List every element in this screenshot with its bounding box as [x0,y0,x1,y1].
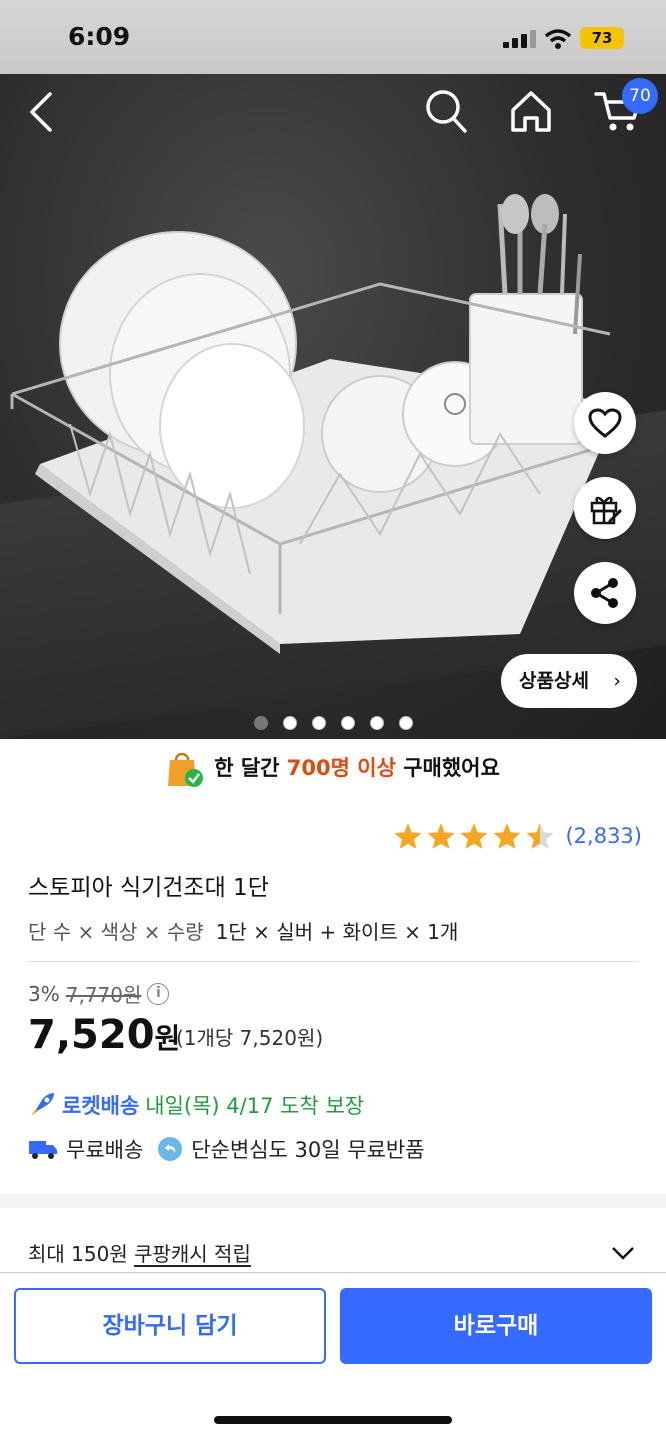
cashback-prefix: 최대 150원 [28,1242,128,1266]
home-indicator[interactable] [214,1416,452,1424]
truck-icon [29,1141,57,1159]
shopping-bag-check-icon [168,752,204,787]
carousel-indicator [254,716,413,730]
final-price-number: 7,520 [28,1012,155,1058]
rocket-delivery-row: 로켓배송 내일(목) 4/17 도착 보장 [28,1090,364,1120]
options-value: 1단 × 실버 + 화이트 × 1개 [215,920,459,944]
rocket-icon [31,1093,54,1116]
banner-suffix: 구매했어요 [403,756,500,780]
final-price: 7,520원 [28,1012,180,1058]
free-shipping-label: 무료배송 [66,1138,144,1162]
search-icon[interactable] [424,88,468,134]
product-image-carousel[interactable]: 70 상품상세 › [0,74,666,739]
original-price: 7,770원 [65,983,142,1007]
wifi-icon [544,29,572,49]
carousel-dot[interactable] [254,716,268,730]
star-icon [395,823,422,849]
cashback-row[interactable]: 최대 150원 쿠팡캐시 적립 [28,1238,251,1267]
banner-highlight: 700명 이상 [286,756,396,780]
gift-icon [590,496,622,525]
chevron-down-icon[interactable] [608,1238,638,1268]
discount-row: 3% 7,770원 i [28,979,170,1008]
star-rating [393,822,555,850]
star-icon [428,823,455,849]
selected-options[interactable]: 단 수 × 색상 × 수량 1단 × 실버 + 화이트 × 1개 [28,916,458,945]
cart-count-badge: 70 [622,78,658,114]
product-detail-button[interactable]: 상품상세 › [501,654,637,708]
carousel-dot[interactable] [399,716,413,730]
heart-icon [588,408,622,438]
wishlist-button[interactable] [574,392,636,454]
carousel-dot[interactable] [370,716,384,730]
return-icon [158,1137,183,1161]
buy-now-button[interactable]: 바로구매 [340,1288,652,1364]
info-icon[interactable]: i [147,982,170,1005]
star-icon [461,823,488,849]
section-separator [0,1194,666,1208]
product-title: 스토피아 식기건조대 1단 [28,875,269,901]
home-icon[interactable] [508,88,554,134]
unit-price: (1개당 7,520원) [176,1026,324,1050]
add-to-cart-button[interactable]: 장바구니 담기 [14,1288,326,1364]
delivery-eta: 내일(목) 4/17 도착 보장 [145,1094,365,1118]
carousel-dot[interactable] [283,716,297,730]
divider [0,1272,666,1273]
free-return-label: 단순변심도 30일 무료반품 [191,1138,425,1162]
options-label: 단 수 × 색상 × 수량 [28,920,204,944]
divider [28,961,638,962]
status-bar: 6:09 73 [0,0,666,74]
rocket-delivery-label: 로켓배송 [62,1094,140,1118]
battery-indicator: 73 [580,27,624,49]
product-detail-label: 상품상세 [519,670,589,692]
star-icon [494,823,521,849]
carousel-dot[interactable] [341,716,355,730]
purchase-count-banner: 한 달간 700명 이상 구매했어요 [0,748,666,792]
review-count-link[interactable]: (2,833) [565,824,642,848]
dish-rack-product-image [10,194,620,654]
carousel-dot[interactable] [312,716,326,730]
cellular-signal-icon [503,30,536,48]
banner-prefix: 한 달간 [214,756,280,780]
chevron-right-icon: › [613,670,621,692]
cashback-link[interactable]: 쿠팡캐시 적립 [134,1242,251,1266]
back-arrow-icon[interactable] [24,90,64,134]
status-time: 6:09 [68,22,131,51]
half-star-icon [527,823,554,849]
discount-rate: 3% [28,981,60,1006]
gift-button[interactable] [574,477,636,539]
free-shipping-row: 무료배송 단순변심도 30일 무료반품 [28,1134,425,1164]
product-detail-screen: 6:09 73 70 상품상세 › 한 달간 700명 이상 구매했어요 (2,… [0,0,666,1440]
share-icon [591,578,618,608]
share-button[interactable] [574,562,636,624]
rating-summary[interactable]: (2,833) [393,822,642,850]
